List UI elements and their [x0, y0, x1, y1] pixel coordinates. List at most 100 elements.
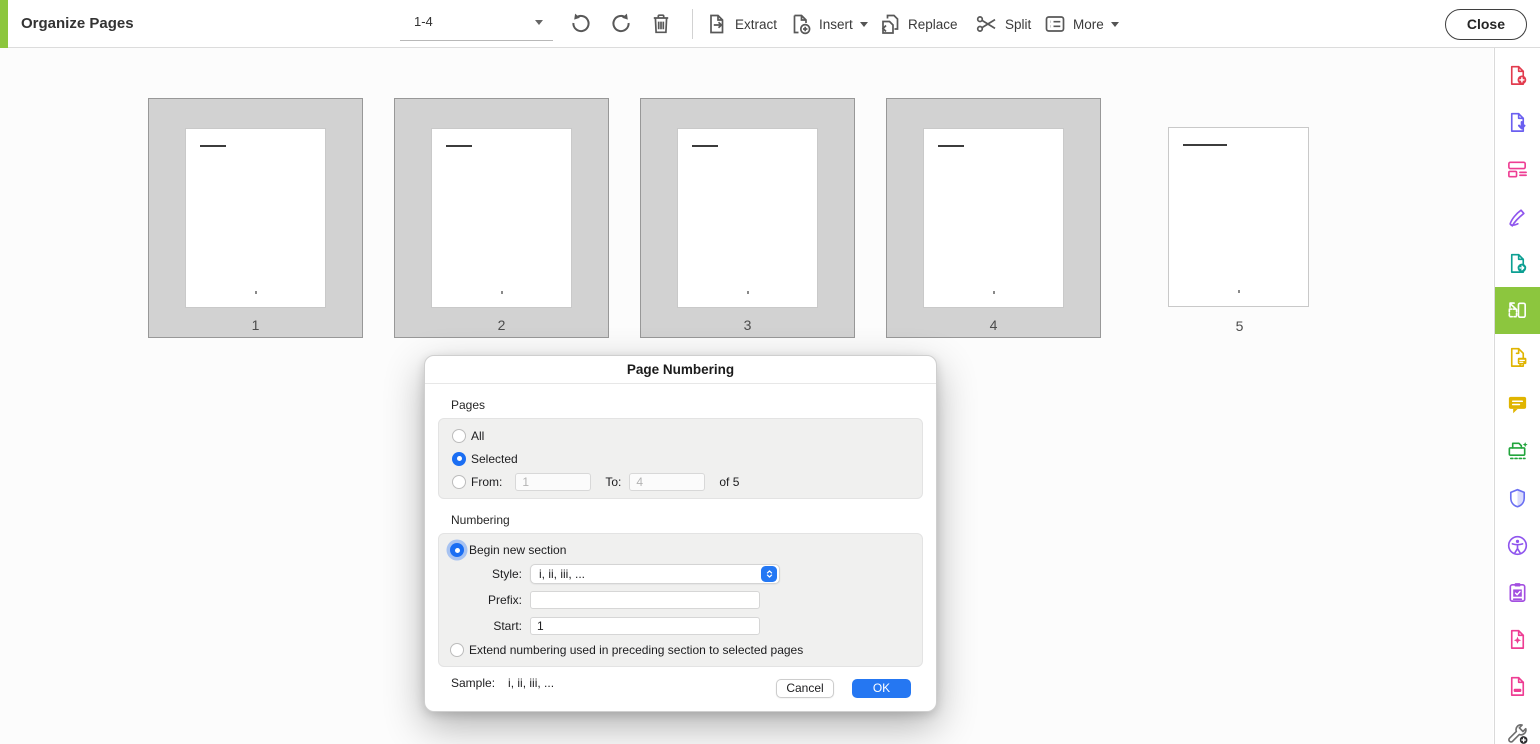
page-text-line	[1183, 144, 1227, 146]
replace-button[interactable]: Replace	[878, 0, 958, 48]
radio-extend-numbering[interactable]	[450, 643, 464, 657]
page-footer-number	[993, 291, 995, 294]
page-range-select[interactable]: 1-4	[400, 0, 553, 48]
sidebar-tool-export-pdf[interactable]	[1495, 99, 1540, 146]
sidebar-tool-compress[interactable]	[1495, 616, 1540, 663]
extend-numbering-label: Extend numbering used in preceding secti…	[469, 643, 803, 657]
extract-button[interactable]: Extract	[705, 0, 777, 48]
page-text-line	[938, 145, 964, 147]
style-label: Style:	[452, 567, 522, 581]
page-number-label: 4	[887, 317, 1100, 333]
page-thumbnail[interactable]: 5	[1132, 98, 1347, 338]
organize-pages-icon	[1506, 299, 1529, 322]
rotate-cw-icon	[609, 12, 635, 36]
radio-selected[interactable]	[452, 452, 466, 466]
to-input[interactable]	[629, 473, 705, 491]
dialog-title: Page Numbering	[425, 356, 936, 384]
radio-selected-label: Selected	[471, 452, 518, 466]
accent-bar	[0, 0, 8, 48]
request-signature-icon	[1506, 346, 1529, 369]
extract-icon	[705, 12, 729, 36]
more-tools-icon	[1506, 722, 1529, 744]
insert-label: Insert	[819, 17, 853, 32]
page-text-line	[692, 145, 718, 147]
from-input[interactable]	[515, 473, 591, 491]
close-button[interactable]: Close	[1445, 9, 1527, 40]
sidebar-tool-organize-pages[interactable]	[1495, 287, 1540, 334]
radio-all[interactable]	[452, 429, 466, 443]
page-numbering-dialog: Page Numbering Pages All Selected From: …	[424, 355, 937, 712]
page-preview	[431, 128, 572, 308]
organize-pages-toolbar: Organize Pages 1-4 Extract Insert Replac…	[0, 0, 1540, 48]
page-preview	[1168, 127, 1309, 307]
sidebar-tool-request-signature[interactable]	[1495, 334, 1540, 381]
more-label: More	[1073, 17, 1104, 32]
sidebar-tool-scan-ocr[interactable]	[1495, 428, 1540, 475]
radio-all-label: All	[471, 429, 484, 443]
sidebar-tool-send-file[interactable]	[1495, 240, 1540, 287]
tools-sidebar	[1494, 48, 1540, 744]
page-thumbnail[interactable]: 3	[640, 98, 855, 338]
list-icon	[1043, 12, 1067, 36]
page-number-label: 1	[149, 317, 362, 333]
select-stepper-icon	[761, 566, 777, 582]
sample-value: i, ii, iii, ...	[508, 676, 554, 690]
page-preview	[923, 128, 1064, 308]
from-label: From:	[471, 475, 502, 489]
sample-label: Sample:	[451, 676, 495, 690]
prefix-input[interactable]	[530, 591, 760, 609]
protect-icon	[1506, 487, 1529, 510]
page-preview	[677, 128, 818, 308]
radio-from[interactable]	[452, 475, 466, 489]
start-input[interactable]	[530, 617, 760, 635]
scissors-icon	[975, 12, 999, 36]
rotate-right-button[interactable]	[609, 12, 635, 38]
page-number-label: 5	[1132, 318, 1347, 334]
sidebar-tool-comment[interactable]	[1495, 381, 1540, 428]
chevron-down-icon	[1111, 22, 1119, 27]
radio-begin-new-section[interactable]	[450, 543, 464, 557]
page-thumbnail[interactable]: 1	[148, 98, 363, 338]
create-pdf-icon	[1506, 64, 1529, 87]
begin-new-section-label: Begin new section	[469, 543, 566, 557]
cancel-button[interactable]: Cancel	[776, 679, 834, 698]
pages-group: All Selected From: To: of 5	[438, 418, 923, 499]
insert-button[interactable]: Insert	[789, 0, 868, 48]
export-pdf-icon	[1506, 111, 1529, 134]
sidebar-tool-redact[interactable]	[1495, 663, 1540, 710]
page-thumbnail[interactable]: 2	[394, 98, 609, 338]
page-text-line	[200, 145, 226, 147]
split-button[interactable]: Split	[975, 0, 1031, 48]
underline	[400, 40, 553, 41]
ok-button[interactable]: OK	[852, 679, 911, 698]
prepare-form-icon	[1506, 581, 1529, 604]
delete-pages-button[interactable]	[649, 12, 675, 38]
page-title: Organize Pages	[21, 0, 134, 48]
more-button[interactable]: More	[1043, 0, 1119, 48]
rotate-left-button[interactable]	[569, 12, 595, 38]
of-total-text: of 5	[719, 475, 739, 489]
chevron-down-icon	[535, 20, 543, 25]
compress-icon	[1506, 628, 1529, 651]
send-file-icon	[1506, 252, 1529, 275]
pages-section-label: Pages	[451, 398, 923, 412]
page-range-value: 1-4	[414, 0, 433, 44]
sidebar-tool-more-tools[interactable]	[1495, 710, 1540, 744]
numbering-section-label: Numbering	[451, 513, 923, 527]
extract-label: Extract	[735, 17, 777, 32]
comment-icon	[1506, 393, 1529, 416]
page-number-label: 2	[395, 317, 608, 333]
chevron-down-icon	[860, 22, 868, 27]
fill-sign-icon	[1506, 205, 1529, 228]
style-select[interactable]: i, ii, iii, ...	[530, 564, 780, 584]
sidebar-tool-prepare-form[interactable]	[1495, 569, 1540, 616]
sidebar-tool-edit-pdf[interactable]	[1495, 146, 1540, 193]
sidebar-tool-accessibility[interactable]	[1495, 522, 1540, 569]
sidebar-tool-create-pdf[interactable]	[1495, 52, 1540, 99]
sidebar-tool-fill-sign[interactable]	[1495, 193, 1540, 240]
sidebar-tool-protect[interactable]	[1495, 475, 1540, 522]
trash-icon	[649, 12, 675, 36]
numbering-group: Begin new section Style: i, ii, iii, ...…	[438, 533, 923, 667]
page-thumbnail[interactable]: 4	[886, 98, 1101, 338]
page-footer-number	[255, 291, 257, 294]
